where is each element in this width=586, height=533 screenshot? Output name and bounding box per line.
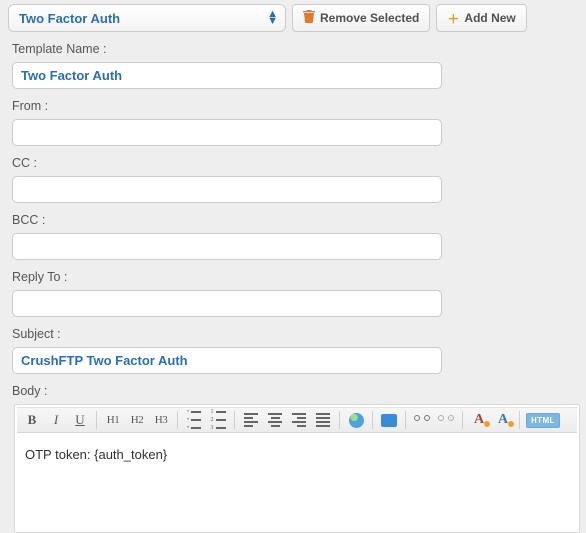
unlink-icon [438,415,454,425]
bold-button[interactable]: B [21,410,43,430]
toolbar-separator [372,411,373,429]
align-left-button[interactable] [240,410,262,430]
toolbar-separator [339,411,340,429]
align-justify-icon [316,413,330,426]
reply-to-label: Reply To : [12,270,572,284]
template-select-wrap: Two Factor Auth ▲▼ [8,4,286,32]
editor-toolbar: B I U H1 H2 H3 • • • 1 2 3 [17,407,577,433]
h2-button[interactable]: H2 [126,410,148,430]
toolbar-separator [462,411,463,429]
bcc-label: BCC : [12,213,572,227]
align-center-icon [268,413,282,426]
body-label: Body : [12,384,572,398]
insert-world-button[interactable] [345,410,367,430]
link-icon [414,415,430,425]
toolbar-separator [234,411,235,429]
bcc-input[interactable] [12,233,442,260]
italic-button[interactable]: I [45,410,67,430]
h3-button[interactable]: H3 [150,410,172,430]
h1-button[interactable]: H1 [102,410,124,430]
html-source-button[interactable]: HTML [525,410,561,430]
toolbar-separator [177,411,178,429]
subject-label: Subject : [12,327,572,341]
text-color-icon: A [474,412,484,428]
bg-color-icon: A [498,412,508,428]
list-ol-icon: 1 2 3 [211,409,226,431]
template-name-input[interactable] [12,62,442,89]
remove-link-button[interactable] [435,410,457,430]
add-new-label: Add New [464,11,515,25]
template-name-label: Template Name : [12,42,572,56]
align-right-button[interactable] [288,410,310,430]
align-center-button[interactable] [264,410,286,430]
insert-image-button[interactable] [378,410,400,430]
html-icon: HTML [526,413,560,428]
body-editor-content[interactable]: OTP token: {auth_token} [15,433,579,532]
unordered-list-button[interactable]: • • • [183,410,205,430]
remove-selected-label: Remove Selected [320,11,419,25]
align-justify-button[interactable] [312,410,334,430]
subject-input[interactable] [12,347,442,374]
reply-to-input[interactable] [12,290,442,317]
ordered-list-button[interactable]: 1 2 3 [207,410,229,430]
image-icon [381,414,397,427]
toolbar-separator [96,411,97,429]
remove-selected-button[interactable]: Remove Selected [292,4,430,32]
insert-link-button[interactable] [411,410,433,430]
bg-color-button[interactable]: A [492,410,514,430]
from-label: From : [12,99,572,113]
plus-icon: ＋ [447,10,459,27]
list-ul-icon: • • • [187,409,201,431]
body-editor: B I U H1 H2 H3 • • • 1 2 3 [14,404,580,533]
underline-button[interactable]: U [69,410,91,430]
add-new-button[interactable]: ＋ Add New [436,4,526,32]
align-left-icon [244,413,258,426]
cc-input[interactable] [12,176,442,203]
align-right-icon [292,413,306,426]
trash-icon [303,10,315,26]
globe-icon [349,413,364,428]
toolbar-separator [405,411,406,429]
from-input[interactable] [12,119,442,146]
toolbar-separator [519,411,520,429]
text-color-button[interactable]: A [468,410,490,430]
cc-label: CC : [12,156,572,170]
template-select[interactable]: Two Factor Auth [8,4,286,32]
